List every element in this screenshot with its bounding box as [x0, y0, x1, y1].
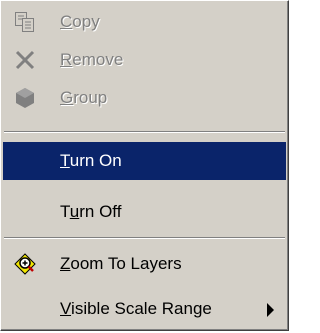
remove-icon — [13, 48, 37, 72]
menu-item-turn-on[interactable]: Turn On — [3, 142, 286, 180]
menu-item-group-label: Group — [60, 88, 108, 107]
menu-separator — [4, 237, 285, 239]
menu-item-visible-scale-range[interactable]: Visible Scale Range — [3, 290, 286, 328]
menu-separator — [4, 131, 285, 133]
menu-item-turn-off-label: Turn Off — [60, 202, 122, 221]
menu-item-remove[interactable]: Remove — [3, 41, 286, 79]
menu-item-turn-on-label: Turn On — [60, 151, 122, 170]
submenu-arrow-icon — [267, 303, 274, 317]
menu-item-visible-scale-range-label: Visible Scale Range — [60, 299, 212, 318]
zoom-to-layers-icon — [13, 252, 37, 276]
menu-item-copy[interactable]: Copy — [3, 3, 286, 41]
context-menu: Copy Remove Group Turn On Turn Off Zoom … — [0, 0, 289, 331]
menu-item-turn-off[interactable]: Turn Off — [3, 193, 286, 231]
copy-icon — [13, 10, 37, 34]
menu-item-copy-label: Copy — [60, 12, 100, 31]
menu-item-zoom-to-layers[interactable]: Zoom To Layers — [3, 245, 286, 283]
group-icon — [13, 86, 37, 110]
menu-item-zoom-to-layers-label: Zoom To Layers — [60, 254, 182, 273]
menu-item-group[interactable]: Group — [3, 79, 286, 117]
menu-item-remove-label: Remove — [60, 50, 124, 69]
